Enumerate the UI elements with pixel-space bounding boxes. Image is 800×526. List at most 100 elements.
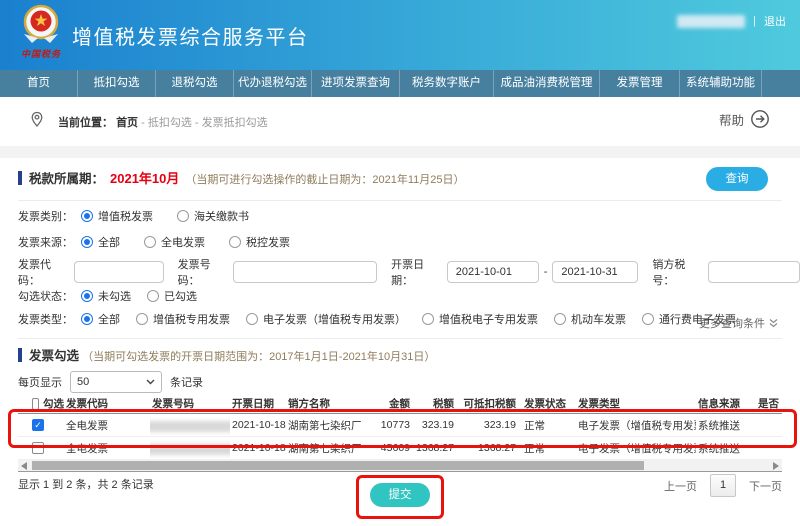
invoice-table: 勾选 发票代码 发票号码 开票日期 销方名称 金额 税额 可抵扣税额 发票状态 … (18, 394, 782, 472)
app-header: 中国税务 增值税发票综合服务平台 | 退出 (0, 0, 800, 70)
pagination: 上一页 1 下一页 (664, 474, 782, 497)
radio-checked[interactable]: 已勾选 (147, 288, 197, 304)
nav-tab-refund-check[interactable]: 退税勾选 (156, 70, 234, 97)
logout-link[interactable]: 退出 (764, 13, 786, 29)
radio-type-vat-e-special[interactable]: 增值税电子专用发票 (422, 311, 538, 327)
radio-type-e-invoice-vat-special[interactable]: 电子发票（增值税专用发票） (246, 311, 406, 327)
submit-button[interactable]: 提交 (370, 483, 430, 507)
invoice-selection-title: 发票勾选 (29, 349, 80, 363)
section-bar (18, 348, 22, 362)
radio-icon (177, 210, 189, 222)
cell-invoice-type: 电子发票（增值税专用发票） (578, 419, 696, 432)
nav-tab-input-invoice-query[interactable]: 进项发票查询 (312, 70, 400, 97)
invoice-date-to-input[interactable] (552, 261, 639, 283)
user-area: | 退出 (677, 13, 786, 29)
column-invoice-code: 发票代码 (66, 398, 108, 410)
invoice-selection-note: （当期可勾选发票的开票日期范围为：2017年1月1日-2021年10月31日） (82, 351, 436, 363)
nav-tab-agent-refund-check[interactable]: 代办退税勾选 (234, 70, 312, 97)
scrollbar-thumb[interactable] (32, 461, 644, 470)
tax-period-section: 税款所属期： 2021年10月 （当期可进行勾选操作的截止日期为：2021年11月2… (18, 168, 782, 194)
row-checkbox[interactable] (32, 419, 44, 431)
radio-customs-payment[interactable]: 海关缴款书 (177, 208, 249, 224)
query-button[interactable]: 查询 (706, 167, 768, 191)
invoice-type-label: 发票类型： (18, 314, 73, 326)
redacted-invoice-number (150, 443, 230, 455)
radio-label: 机动车发票 (571, 314, 626, 326)
logo-caption: 中国税务 (20, 49, 61, 59)
nav-tab-invoice-management[interactable]: 发票管理 (600, 70, 680, 97)
cell-invoice-date: 2021-10-18 (232, 419, 286, 431)
column-invoice-number: 发票号码 (152, 398, 194, 410)
radio-label: 增值税发票 (98, 211, 153, 223)
row-checkbox[interactable] (32, 442, 44, 454)
radio-source-all[interactable]: 全部 (81, 234, 120, 250)
radio-source-fully-digital[interactable]: 全电发票 (144, 234, 205, 250)
table-row-1: 全电发票 2021-10-18 湖南第七染织厂 10773 323.19 323… (18, 414, 782, 437)
redacted-invoice-number (150, 420, 230, 432)
radio-unchecked[interactable]: 未勾选 (81, 288, 131, 304)
next-page-link[interactable]: 下一页 (749, 478, 782, 494)
column-info-source: 信息来源 (698, 398, 740, 410)
invoice-code-label: 发票代码： (18, 259, 51, 287)
radio-type-all[interactable]: 全部 (81, 311, 120, 327)
nav-tab-home[interactable]: 首页 (0, 70, 78, 97)
invoice-code-input[interactable] (73, 261, 164, 283)
radio-icon (554, 313, 566, 325)
radio-icon (81, 236, 93, 248)
arrow-right-circle-icon (751, 110, 769, 128)
radio-icon (81, 313, 93, 325)
page-size-suffix: 条记录 (170, 377, 203, 389)
column-invoice-status: 发票状态 (524, 398, 566, 410)
tax-period-label: 税款所属期： (29, 172, 105, 186)
nav-tab-tax-digital-account[interactable]: 税务数字账户 (400, 70, 494, 97)
invoice-number-input[interactable] (233, 261, 378, 283)
page-size-select[interactable]: 50 (70, 371, 162, 393)
page-number-box[interactable]: 1 (710, 474, 736, 497)
prev-page-link[interactable]: 上一页 (664, 478, 697, 494)
radio-icon (229, 236, 241, 248)
cell-invoice-status: 正常 (524, 419, 545, 432)
radio-type-motor-vehicle[interactable]: 机动车发票 (554, 311, 626, 327)
breadcrumb-home-link[interactable]: 首页 (116, 117, 138, 129)
breadcrumb-trail: - 抵扣勾选 - 发票抵扣勾选 (141, 117, 268, 129)
radio-source-tax-controlled[interactable]: 税控发票 (229, 234, 290, 250)
radio-icon (81, 210, 93, 222)
select-all-checkbox[interactable] (32, 397, 39, 410)
radio-label: 全电发票 (161, 237, 205, 249)
scroll-left-arrow-icon[interactable] (21, 461, 27, 470)
nav-tab-system-assist[interactable]: 系统辅助功能 (680, 70, 762, 97)
radio-vat-invoice[interactable]: 增值税发票 (81, 208, 153, 224)
column-invoice-date: 开票日期 (232, 398, 274, 410)
scroll-right-arrow-icon[interactable] (773, 461, 779, 470)
page-title: 增值税发票综合服务平台 (72, 27, 309, 49)
radio-label: 税控发票 (246, 237, 290, 249)
cell-tax: 323.19 (421, 419, 454, 431)
table-row-2: 全电发票 2021-10-18 湖南第七染织厂 45609 1368.27 13… (18, 437, 782, 460)
radio-icon (144, 236, 156, 248)
vat-invoice-platform-page: 中国税务 增值税发票综合服务平台 | 退出 首页 抵扣勾选 退税勾选 代办退税勾… (0, 0, 800, 526)
cell-deductible-tax: 323.19 (483, 419, 516, 431)
radio-icon (147, 290, 159, 302)
date-range-separator: - (543, 266, 548, 278)
nav-tab-deduction-check[interactable]: 抵扣勾选 (78, 70, 156, 97)
column-deductible-tax: 可抵扣税额 (463, 398, 517, 410)
invoice-date-from-input[interactable] (446, 261, 539, 283)
cell-invoice-date: 2021-10-18 (232, 442, 286, 454)
column-check: 勾选 (43, 398, 64, 410)
help-button[interactable]: 帮助 (719, 109, 770, 129)
breadcrumb-bar: 当前位置： 首页 - 抵扣勾选 - 发票抵扣勾选 帮助 (0, 97, 800, 146)
cell-invoice-source: 全电发票 (66, 442, 108, 455)
radio-type-vat-special[interactable]: 增值税专用发票 (136, 311, 230, 327)
chevron-down-icon (146, 379, 155, 385)
radio-label: 全部 (98, 314, 120, 326)
chevron-double-down-icon (769, 319, 778, 328)
check-status-label: 勾选状态： (18, 291, 73, 303)
filter-code-number-date: 发票代码： 发票号码： 开票日期： - 销方税号： (18, 256, 800, 288)
radio-label: 增值税电子专用发票 (439, 314, 538, 326)
seller-tax-no-input[interactable] (707, 261, 800, 283)
invoice-number-label: 发票号码： (177, 259, 211, 287)
horizontal-scrollbar[interactable] (18, 460, 782, 471)
nav-tab-refined-oil-tax[interactable]: 成品油消费税管理 (494, 70, 600, 97)
record-summary: 显示 1 到 2 条，共 2 条记录 (18, 479, 154, 491)
more-query-conditions-link[interactable]: 更多查询条件 (699, 315, 778, 331)
